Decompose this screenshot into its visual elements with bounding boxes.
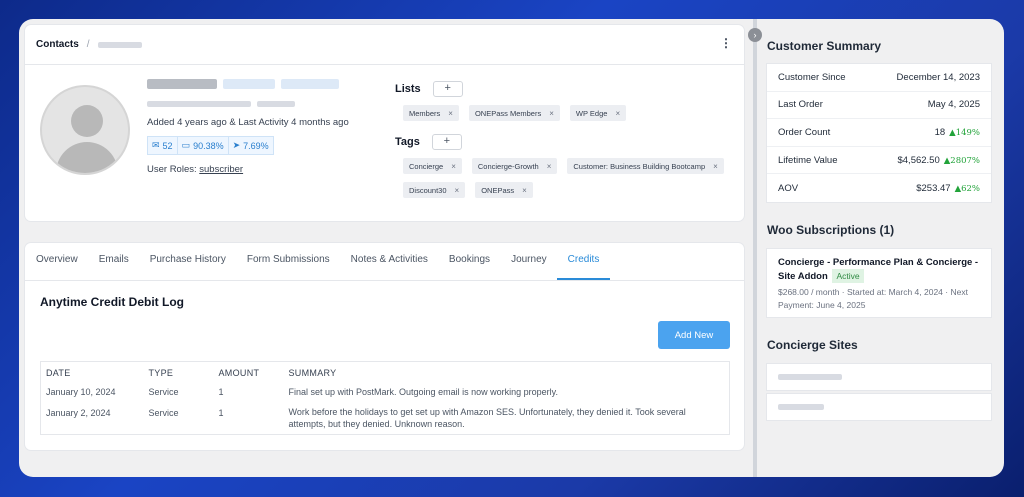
add-tag-button[interactable]: +	[431, 134, 462, 150]
cell-amount: 1	[218, 408, 224, 418]
breadcrumb-contacts-link[interactable]: Contacts	[36, 39, 79, 50]
engagement-stats: ✉ 52 ▭ 90.38% ➤ 7.69%	[147, 136, 349, 155]
tag-chip: Customer: Business Building Bootcamp ×	[567, 158, 724, 174]
remove-icon[interactable]: ×	[448, 109, 453, 118]
list-chip: Members ×	[403, 105, 459, 121]
concierge-sites-title: Concierge Sites	[767, 338, 858, 352]
contact-tabs: Overview Emails Purchase History Form Su…	[25, 243, 744, 281]
tag-chip: ONEPass ×	[475, 182, 533, 198]
remove-icon[interactable]: ×	[547, 162, 552, 171]
contact-tabs-card: Overview Emails Purchase History Form Su…	[25, 243, 744, 450]
contact-email-redacted	[147, 99, 349, 109]
subscription-card[interactable]: Concierge - Performance Plan & Concierge…	[766, 248, 992, 318]
tab-form-submissions[interactable]: Form Submissions	[236, 254, 340, 280]
add-list-button[interactable]: +	[432, 81, 463, 97]
column-header-date: DATE	[46, 368, 71, 378]
breadcrumb: Contacts /	[25, 25, 744, 65]
user-roles-label: User Roles:	[147, 164, 197, 175]
column-header-type: TYPE	[148, 368, 174, 378]
credit-log-title: Anytime Credit Debit Log	[40, 295, 185, 309]
cell-type: Service	[148, 387, 179, 397]
remove-icon[interactable]: ×	[451, 162, 456, 171]
site-link-redacted[interactable]	[766, 363, 992, 391]
tab-journey[interactable]: Journey	[501, 254, 558, 280]
woo-subscriptions-title: Woo Subscriptions (1)	[767, 223, 895, 237]
summary-row-last-order: Last Order May 4, 2025	[767, 92, 991, 120]
user-roles: User Roles: subscriber	[147, 164, 349, 175]
tab-emails[interactable]: Emails	[88, 254, 139, 280]
cell-summary: Work before the holidays to get set up w…	[288, 407, 686, 429]
summary-row-order-count: Order Count 18 ▲149%	[767, 119, 991, 147]
contact-info: Added 4 years ago & Last Activity 4 mont…	[147, 77, 349, 175]
remove-icon[interactable]: ×	[549, 109, 554, 118]
summary-row-aov: AOV $253.47 ▲62%	[778, 182, 980, 194]
cell-amount: 1	[218, 387, 224, 397]
tags-header: Tags +	[395, 134, 462, 150]
contact-main: Contacts / ⋮ Added 4 years ago & Last Ac…	[25, 25, 744, 465]
subscription-title: Concierge - Performance Plan & Concierge…	[778, 257, 979, 283]
tab-bookings[interactable]: Bookings	[438, 254, 500, 280]
column-header-amount: AMOUNT	[218, 368, 260, 378]
collapse-chevron-icon[interactable]: ›	[748, 28, 762, 42]
column-header-summary: SUMMARY	[288, 368, 337, 378]
tag-chip: Concierge ×	[403, 158, 462, 174]
tab-notes-activities[interactable]: Notes & Activities	[340, 254, 438, 280]
table-row[interactable]: January 10, 2024 Service 1 Final set up …	[41, 382, 730, 403]
click-rate-stat: ➤ 7.69%	[228, 136, 274, 155]
contact-name-redacted	[147, 77, 349, 91]
cell-date: January 10, 2024	[46, 387, 116, 397]
table-row[interactable]: January 2, 2024 Service 1 Work before th…	[41, 403, 730, 435]
tags-title: Tags	[395, 136, 420, 148]
remove-icon[interactable]: ×	[615, 109, 620, 118]
tags-chips: Concierge × Concierge-Growth × Customer: B…	[403, 158, 733, 198]
lists-header: Lists +	[395, 81, 463, 97]
add-new-button[interactable]: Add New	[658, 321, 730, 349]
tag-chip: Discount30 ×	[403, 182, 466, 198]
more-options-icon[interactable]: ⋮	[720, 37, 732, 49]
subscription-meta: $268.00 / month · Started at: March 4, 2…	[778, 287, 968, 310]
remove-icon[interactable]: ×	[522, 186, 527, 195]
send-icon: ➤	[232, 140, 241, 150]
table-header-row: DATE TYPE AMOUNT SUMMARY	[41, 362, 730, 383]
profile-card: Contacts / ⋮ Added 4 years ago & Last Ac…	[25, 25, 744, 221]
list-chip: WP Edge ×	[569, 105, 627, 121]
remove-icon[interactable]: ×	[713, 162, 718, 171]
remove-icon[interactable]: ×	[455, 186, 460, 195]
cell-date: January 2, 2024	[46, 408, 111, 418]
breadcrumb-separator: /	[86, 39, 90, 50]
lists-title: Lists	[395, 83, 421, 95]
cell-type: Service	[148, 408, 179, 418]
tag-chip: Concierge-Growth ×	[471, 158, 558, 174]
credit-log-table: DATE TYPE AMOUNT SUMMARY January 10, 202…	[40, 361, 730, 435]
cell-summary: Final set up with PostMark. Outgoing ema…	[288, 387, 558, 397]
site-link-redacted[interactable]	[766, 393, 992, 421]
trend-up-badge: ▲62%	[954, 183, 980, 194]
customer-summary-table: Customer Since December 14, 2023 Last Or…	[766, 63, 992, 203]
breadcrumb-contact-name-redacted	[97, 41, 142, 48]
list-chip: ONEPass Members ×	[468, 105, 560, 121]
status-badge: Active	[832, 269, 864, 283]
tab-purchase-history[interactable]: Purchase History	[139, 254, 236, 280]
role-subscriber-link[interactable]: subscriber	[199, 164, 243, 175]
trend-up-badge: ▲149%	[949, 127, 980, 138]
open-rate-stat: ▭ 90.38%	[177, 136, 229, 155]
mail-icon: ✉	[152, 140, 160, 150]
summary-row-lifetime-value: Lifetime Value $4,562.50 ▲2807%	[767, 147, 991, 175]
panel-divider[interactable]	[753, 19, 757, 477]
trend-up-badge: ▲2807%	[943, 155, 980, 166]
folder-icon: ▭	[181, 140, 191, 150]
tab-credits[interactable]: Credits	[557, 254, 610, 280]
avatar	[40, 85, 130, 175]
customer-summary-title: Customer Summary	[767, 39, 882, 53]
lists-chips: Members × ONEPass Members × WP Edge ×	[403, 105, 733, 121]
emails-sent-stat: ✉ 52	[147, 136, 178, 155]
summary-row-customer-since: Customer Since December 14, 2023	[767, 64, 991, 92]
activity-text: Added 4 years ago & Last Activity 4 mont…	[147, 117, 349, 128]
tab-overview[interactable]: Overview	[36, 254, 88, 280]
app-window: Contacts / ⋮ Added 4 years ago & Last Ac…	[19, 19, 1004, 477]
